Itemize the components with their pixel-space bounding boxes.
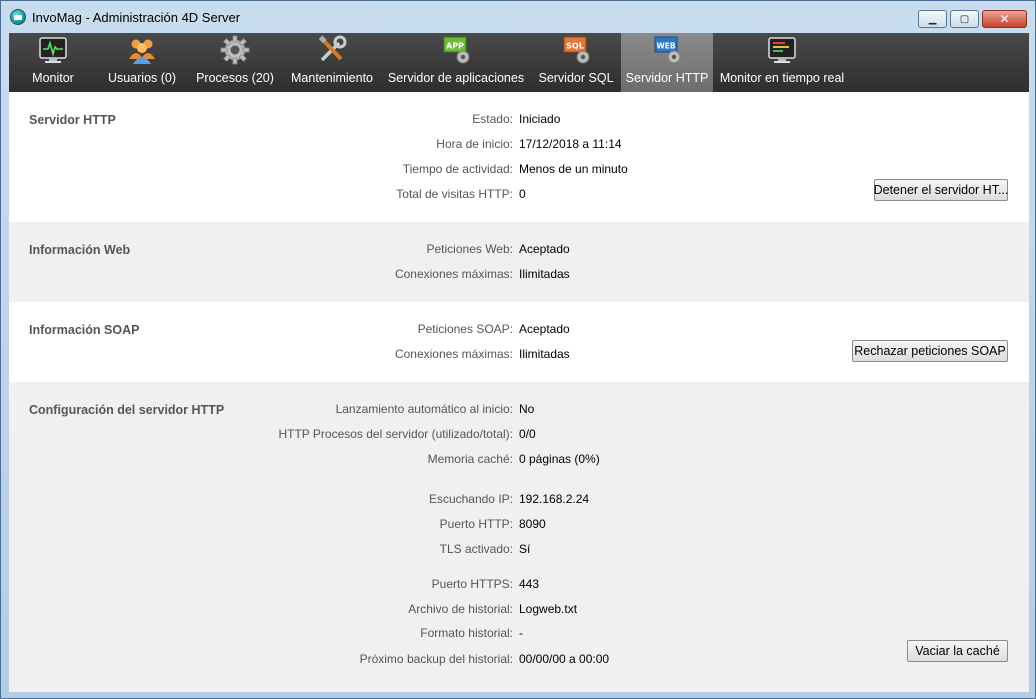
http-port-row: Puerto HTTP: 8090 [9,517,1029,535]
row-label: Peticiones Web: [426,242,514,256]
reject-soap-requests-button[interactable]: Rechazar peticiones SOAP [852,340,1008,362]
tab-users[interactable]: Usuarios (0) [97,33,187,92]
row-value: Logweb.txt [519,602,578,616]
row-value: Sí [519,542,531,556]
row-value: 0 páginas (0%) [519,452,600,466]
row-label: Archivo de historial: [408,602,513,616]
row-value: Iniciado [519,112,561,126]
app-window: InvoMag - Administración 4D Server ▁ ▢ ✕… [0,0,1036,699]
tab-users-label: Usuarios (0) [107,71,177,85]
monitor-icon [38,35,68,65]
row-value: - [519,626,523,640]
tab-realtime-monitor-label: Monitor en tiempo real [719,71,845,85]
tab-sql-server[interactable]: SQL Servidor SQL [531,33,621,92]
sql-server-icon: SQL [561,35,591,65]
cache-memory-row: Memoria caché: 0 páginas (0%) [9,452,1029,470]
window-title: InvoMag - Administración 4D Server [32,9,241,25]
web-requests-row: Peticiones Web: Aceptado [9,242,1029,260]
log-file-row: Archivo de historial: Logweb.txt [9,602,1029,620]
log-format-row: Formato historial: - [9,626,1029,644]
web-server-icon: WEB [652,35,682,65]
row-value: 0/0 [519,427,536,441]
row-value: 443 [519,577,540,591]
clear-cache-button[interactable]: Vaciar la caché [907,640,1008,662]
row-label: Memoria caché: [427,452,513,466]
tab-processes[interactable]: Procesos (20) [187,33,283,92]
close-button[interactable]: ✕ [982,10,1027,28]
row-value: Menos de un minuto [519,162,628,176]
row-value: Ilimitadas [519,347,570,361]
row-label: Conexiones máximas: [394,267,513,281]
row-label: HTTP Procesos del servidor (utilizado/to… [278,427,513,441]
row-label: Total de visitas HTTP: [396,187,513,201]
row-value: 0 [519,187,526,201]
tab-realtime-monitor[interactable]: Monitor en tiempo real [713,33,851,92]
app-server-icon: APP [441,35,471,65]
web-badge: WEB [656,42,675,51]
row-label: Tiempo de actividad: [402,162,513,176]
users-icon [127,35,157,65]
main-toolbar: Monitor Usuarios (0) Procesos (20) Mante… [9,33,1029,92]
row-label: Próximo backup del historial: [359,652,513,666]
tab-maintenance-label: Mantenimiento [291,71,373,85]
tab-monitor[interactable]: Monitor [9,33,97,92]
row-value: 00/00/00 a 00:00 [519,652,610,666]
row-value: Aceptado [519,242,570,256]
minimize-button[interactable]: ▁ [918,10,947,28]
auto-launch-row: Lanzamiento automático al inicio: No [9,402,1029,420]
tab-http-server-label: Servidor HTTP [625,71,709,85]
row-label: Escuchando IP: [428,492,513,506]
row-value: Ilimitadas [519,267,570,281]
tab-processes-label: Procesos (20) [196,71,274,85]
server-processes-row: HTTP Procesos del servidor (utilizado/to… [9,427,1029,445]
section-web-info: Información Web Peticiones Web: Aceptado… [9,222,1029,302]
sql-badge: SQL [566,42,584,51]
section-http-server: Servidor HTTP Estado: Iniciado Hora de i… [9,92,1029,222]
section-http-config: Configuración del servidor HTTP Lanzamie… [9,382,1029,692]
next-log-backup-row: Próximo backup del historial: 00/00/00 a… [9,652,1029,670]
tab-application-server[interactable]: APP Servidor de aplicaciones [381,33,531,92]
row-label: Puerto HTTPS: [431,577,513,591]
status-row: Estado: Iniciado [9,112,1029,130]
row-label: Formato historial: [420,626,513,640]
window-controls: ▁ ▢ ✕ [918,10,1027,28]
web-max-connections-row: Conexiones máximas: Ilimitadas [9,267,1029,285]
section-soap-info: Información SOAP Peticiones SOAP: Acepta… [9,302,1029,382]
title-bar[interactable]: InvoMag - Administración 4D Server ▁ ▢ ✕ [1,1,1035,33]
row-value: 192.168.2.24 [519,492,590,506]
gear-icon [220,35,250,65]
row-label: Estado: [472,112,513,126]
uptime-row: Tiempo de actividad: Menos de un minuto [9,162,1029,180]
tab-http-server[interactable]: WEB Servidor HTTP [621,33,713,92]
tab-maintenance[interactable]: Mantenimiento [283,33,381,92]
row-label: TLS activado: [439,542,513,556]
maximize-button[interactable]: ▢ [950,10,979,28]
https-port-row: Puerto HTTPS: 443 [9,577,1029,595]
http-server-panel: Servidor HTTP Estado: Iniciado Hora de i… [9,92,1029,692]
stop-http-server-button[interactable]: Detener el servidor HT... [874,179,1008,201]
tab-monitor-label: Monitor [32,71,74,85]
row-value: 8090 [519,517,546,531]
row-value: Aceptado [519,322,570,336]
app-icon [10,9,26,25]
realtime-monitor-icon [767,35,797,65]
soap-requests-row: Peticiones SOAP: Aceptado [9,322,1029,340]
tab-sql-server-label: Servidor SQL [538,71,614,85]
tls-enabled-row: TLS activado: Sí [9,542,1029,560]
listening-ip-row: Escuchando IP: 192.168.2.24 [9,492,1029,510]
row-value: 17/12/2018 a 11:14 [519,137,622,151]
row-label: Conexiones máximas: [394,347,513,361]
row-label: Lanzamiento automático al inicio: [335,402,513,416]
app-badge: APP [446,42,464,51]
row-label: Peticiones SOAP: [417,322,513,336]
start-time-row: Hora de inicio: 17/12/2018 a 11:14 [9,137,1029,155]
tools-icon [317,35,347,65]
row-label: Puerto HTTP: [439,517,513,531]
row-value: No [519,402,535,416]
row-label: Hora de inicio: [436,137,513,151]
tab-application-server-label: Servidor de aplicaciones [387,71,525,85]
